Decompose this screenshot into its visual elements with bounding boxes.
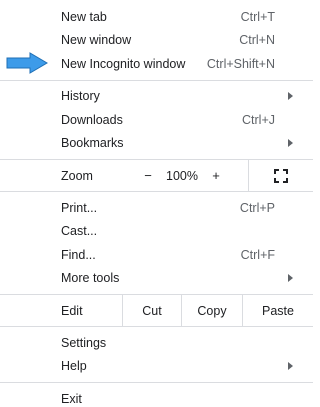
submenu-arrow-icon bbox=[288, 92, 293, 101]
menu-item-new-tab[interactable]: New tab Ctrl+T bbox=[0, 5, 313, 29]
menu-item-label: Print... bbox=[61, 200, 98, 215]
menu-item-label: Find... bbox=[61, 247, 96, 262]
copy-button[interactable]: Copy bbox=[181, 295, 242, 326]
menu-item-more-tools[interactable]: More tools bbox=[0, 267, 313, 291]
cut-button[interactable]: Cut bbox=[122, 295, 181, 326]
menu-item-label: More tools bbox=[61, 271, 120, 286]
menu-group-exit: Exit bbox=[0, 383, 313, 407]
menu-item-shortcut: Ctrl+N bbox=[239, 33, 275, 48]
menu-group-settings: Settings Help bbox=[0, 327, 313, 382]
menu-item-shortcut: Ctrl+F bbox=[240, 247, 275, 262]
menu-item-history[interactable]: History bbox=[0, 85, 313, 109]
fullscreen-icon bbox=[274, 168, 288, 183]
menu-item-label: Bookmarks bbox=[61, 136, 124, 151]
paste-button[interactable]: Paste bbox=[242, 295, 313, 326]
menu-item-label: New window bbox=[61, 33, 132, 48]
edit-label: Edit bbox=[61, 303, 83, 318]
menu-item-find[interactable]: Find... Ctrl+F bbox=[0, 243, 313, 267]
menu-item-downloads[interactable]: Downloads Ctrl+J bbox=[0, 108, 313, 132]
menu-item-label: Downloads bbox=[61, 112, 123, 127]
menu-item-print[interactable]: Print... Ctrl+P bbox=[0, 196, 313, 220]
menu-item-new-window[interactable]: New window Ctrl+N bbox=[0, 29, 313, 53]
menu-item-settings[interactable]: Settings bbox=[0, 331, 313, 355]
zoom-controls: − 100% + bbox=[134, 160, 313, 191]
menu-item-label: History bbox=[61, 89, 100, 104]
menu-item-shortcut: Ctrl+J bbox=[242, 112, 275, 127]
menu-item-cast[interactable]: Cast... bbox=[0, 220, 313, 244]
zoom-in-button[interactable]: + bbox=[202, 168, 230, 183]
edit-controls: Cut Copy Paste bbox=[122, 295, 313, 326]
menu-item-exit[interactable]: Exit bbox=[0, 387, 313, 407]
menu-item-label: New Incognito window bbox=[61, 56, 186, 71]
menu-item-help[interactable]: Help bbox=[0, 355, 313, 379]
menu-item-label: Settings bbox=[61, 335, 107, 350]
submenu-arrow-icon bbox=[288, 362, 293, 371]
zoom-label: Zoom bbox=[61, 168, 93, 183]
menu-item-shortcut: Ctrl+P bbox=[239, 200, 275, 215]
menu-item-shortcut: Ctrl+Shift+N bbox=[206, 56, 275, 71]
menu-item-label: New tab bbox=[61, 9, 107, 24]
zoom-level-value: 100% bbox=[166, 168, 198, 183]
zoom-row: Zoom − 100% + bbox=[0, 160, 313, 191]
menu-item-bookmarks[interactable]: Bookmarks bbox=[0, 132, 313, 156]
zoom-out-button[interactable]: − bbox=[134, 168, 162, 183]
menu-item-label: Exit bbox=[61, 391, 82, 406]
edit-row: Edit Cut Copy Paste bbox=[0, 295, 313, 326]
menu-group-history: History Downloads Ctrl+J Bookmarks bbox=[0, 81, 313, 160]
menu-item-label: Cast... bbox=[61, 224, 98, 239]
menu-item-shortcut: Ctrl+T bbox=[240, 9, 275, 24]
menu-group-tools: Print... Ctrl+P Cast... Find... Ctrl+F M… bbox=[0, 192, 313, 294]
blue-arrow-pointer-icon bbox=[6, 52, 48, 74]
submenu-arrow-icon bbox=[288, 274, 293, 283]
fullscreen-button[interactable] bbox=[249, 160, 313, 191]
menu-item-label: Help bbox=[61, 359, 87, 374]
submenu-arrow-icon bbox=[288, 139, 293, 148]
